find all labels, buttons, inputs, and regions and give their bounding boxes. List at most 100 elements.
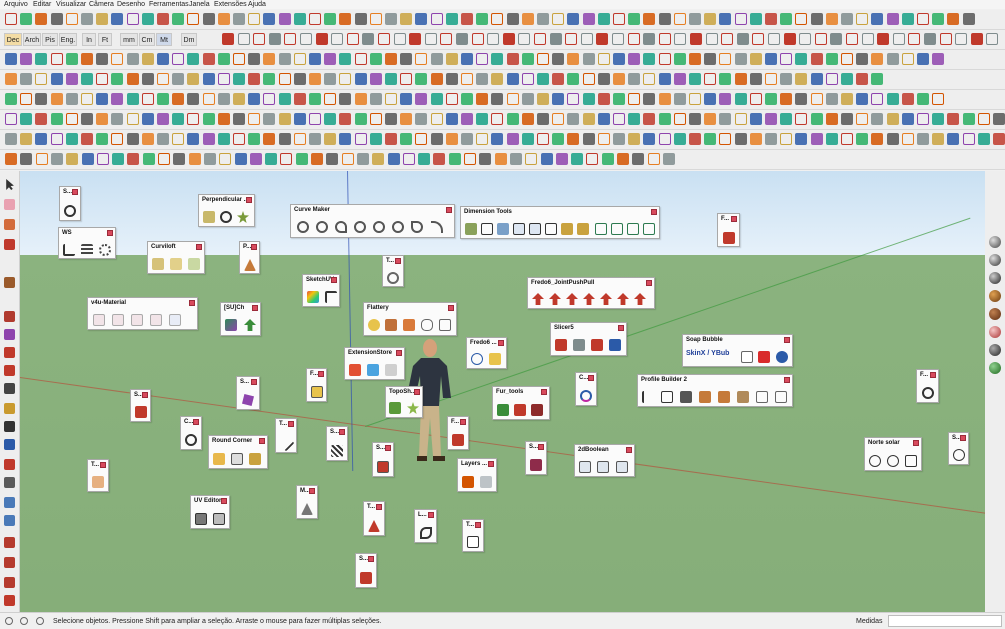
toolbar-tool-icon[interactable] [430, 113, 443, 125]
compass-icon[interactable] [887, 455, 899, 467]
toolbar-panel[interactable]: Profile Builder 2 [637, 374, 793, 407]
close-icon[interactable] [72, 189, 78, 195]
toolbar-tool-icon[interactable] [278, 13, 291, 25]
toolbar-tool-icon[interactable] [643, 33, 656, 45]
toolbar-tool-icon[interactable] [248, 113, 261, 125]
toolbar-tool-icon[interactable] [202, 113, 215, 125]
toolbar-tool-icon[interactable] [597, 93, 610, 105]
toolbar-tool-icon[interactable] [339, 133, 352, 145]
toolbar-tool-icon[interactable] [369, 53, 382, 65]
toolbar-tool-icon[interactable] [202, 53, 215, 65]
up-arrow-icon[interactable] [244, 319, 256, 331]
toolbar-tool-icon[interactable] [749, 53, 762, 65]
toolbar-tool-icon[interactable] [962, 13, 975, 25]
toolbar-tool-icon[interactable] [202, 13, 215, 25]
close-icon[interactable] [252, 305, 258, 311]
toolbar-tool-icon[interactable] [841, 93, 853, 105]
profile-icon[interactable] [699, 391, 711, 403]
close-icon[interactable] [541, 389, 547, 395]
toolbar-tool-icon[interactable] [689, 73, 701, 85]
toolbar-tool-icon[interactable] [704, 13, 717, 25]
toolbar-tool-icon[interactable] [217, 113, 230, 125]
toolbar-tool-icon[interactable] [886, 53, 899, 65]
toolbar-tool-icon[interactable] [506, 93, 519, 105]
toolbar-tool-icon[interactable] [993, 133, 1005, 145]
toolbar-tool-icon[interactable] [932, 13, 945, 25]
move-icon[interactable] [4, 347, 15, 358]
toolbar-tool-icon[interactable] [658, 93, 671, 105]
toolbar-tool-icon[interactable] [339, 113, 352, 125]
toolbar-tool-icon[interactable] [172, 133, 185, 145]
toolbar-panel[interactable]: TopoSh... [385, 386, 423, 418]
toolbar-tool-icon[interactable] [112, 153, 125, 165]
toolbar-tool-icon[interactable] [658, 53, 671, 65]
toolbar-tool-icon[interactable] [157, 133, 169, 145]
toolbar-panel[interactable]: S... [236, 376, 260, 410]
close-icon[interactable] [395, 258, 401, 264]
toolbar-tool-icon[interactable] [506, 133, 519, 145]
toolbar-panel[interactable]: [SU]Ch [220, 302, 261, 336]
close-icon[interactable] [331, 277, 337, 283]
toolbar-tool-icon[interactable] [749, 93, 762, 105]
toolbar-tool-icon[interactable] [932, 113, 945, 125]
toolbar-tool-icon[interactable] [734, 93, 747, 105]
loft-icon[interactable] [170, 258, 182, 270]
toolbar-tool-icon[interactable] [734, 133, 747, 145]
toolbar-tool-icon[interactable] [111, 113, 124, 125]
terrain-icon[interactable] [407, 402, 419, 414]
unit-dm-button[interactable]: Dm [181, 33, 197, 46]
toolbar-tool-icon[interactable] [400, 93, 413, 105]
paint-bucket-icon[interactable] [4, 595, 15, 606]
flattery-icon[interactable] [368, 319, 380, 331]
close-icon[interactable] [913, 440, 919, 446]
toolbar-tool-icon[interactable] [901, 13, 914, 25]
toolbar-tool-icon[interactable] [111, 53, 124, 65]
toolbar-tool-icon[interactable] [400, 13, 413, 25]
toolbar-tool-icon[interactable] [567, 133, 580, 145]
toolbar-tool-icon[interactable] [521, 113, 534, 125]
toolbar-tool-icon[interactable] [65, 93, 78, 105]
toolbar-tool-icon[interactable] [187, 53, 200, 65]
profile-icon[interactable] [756, 391, 768, 403]
toolbar-tool-icon[interactable] [628, 113, 641, 125]
tape-icon[interactable] [4, 403, 15, 414]
cube-icon[interactable] [530, 459, 542, 471]
toolbar-tool-icon[interactable] [430, 133, 443, 145]
toolbar-tool-icon[interactable] [567, 93, 580, 105]
toolbar-tool-icon[interactable] [172, 73, 185, 85]
toolbar-tool-icon[interactable] [643, 73, 656, 85]
toolbar-panel[interactable]: Fredo6 ... [466, 337, 507, 369]
close-icon[interactable] [196, 244, 202, 250]
toolbar-tool-icon[interactable] [456, 33, 468, 45]
toolbar-tool-icon[interactable] [157, 73, 169, 85]
toolbar-tool-icon[interactable] [187, 73, 200, 85]
toolbar-tool-icon[interactable] [719, 133, 732, 145]
toolbar-tool-icon[interactable] [658, 73, 671, 85]
fredo6-icon[interactable] [489, 353, 501, 365]
toolbar-tool-icon[interactable] [917, 113, 929, 125]
toolbar-tool-icon[interactable] [141, 93, 154, 105]
toolbar-tool-icon[interactable] [673, 113, 686, 125]
toolbar-tool-icon[interactable] [339, 93, 352, 105]
toolbar-tool-icon[interactable] [749, 133, 762, 145]
toolbar-tool-icon[interactable] [704, 133, 717, 145]
toolbar-tool-icon[interactable] [901, 53, 914, 65]
toolbar-tool-icon[interactable] [567, 73, 580, 85]
toolbar-panel[interactable]: Dimension Tools [460, 206, 660, 239]
close-icon[interactable] [498, 340, 504, 346]
toolbar-tool-icon[interactable] [673, 73, 686, 85]
toolbar-tool-icon[interactable] [65, 113, 78, 125]
menu-extensoes[interactable]: Extensões [214, 0, 247, 9]
toolbar-tool-icon[interactable] [461, 93, 473, 105]
close-icon[interactable] [960, 435, 966, 441]
toolbar-tool-icon[interactable] [476, 93, 489, 105]
walk-icon[interactable] [4, 537, 15, 548]
material-icon[interactable] [169, 314, 181, 326]
flattery-icon[interactable] [403, 319, 415, 331]
toolbar-tool-icon[interactable] [780, 73, 793, 85]
toolbar-tool-icon[interactable] [385, 133, 397, 145]
profile-icon[interactable] [718, 391, 730, 403]
toolbar-tool-icon[interactable] [689, 133, 701, 145]
push-pull-icon[interactable] [566, 293, 578, 305]
toolbar-tool-icon[interactable] [248, 133, 261, 145]
